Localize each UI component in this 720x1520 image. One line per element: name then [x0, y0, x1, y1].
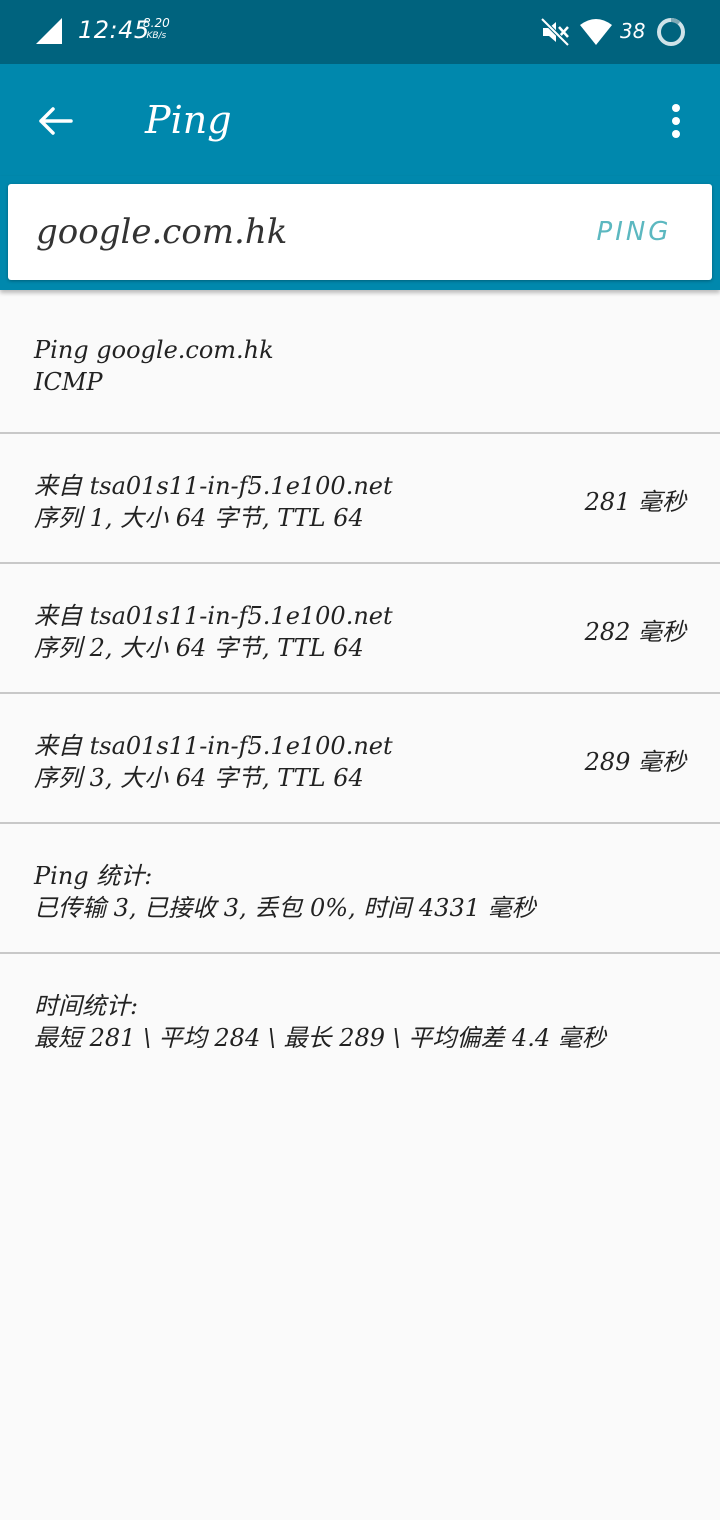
- reply-from: 来自 tsa01s11-in-f5.1e100.net: [34, 602, 393, 630]
- wifi-icon: [580, 19, 612, 45]
- search-band: PING: [0, 176, 720, 290]
- ping-stats-summary: 已传输 3, 已接收 3, 丢包 0%, 时间 4331 毫秒: [34, 894, 536, 922]
- reply-time: 289 毫秒: [584, 748, 686, 776]
- ping-header: Ping google.com.hk ICMP: [0, 290, 720, 434]
- back-button[interactable]: [30, 96, 80, 146]
- time-stats: 时间统计: 最短 281 \ 平均 284 \ 最长 289 \ 平均偏差 4.…: [0, 954, 720, 1064]
- ping-protocol-label: ICMP: [34, 368, 103, 396]
- reply-detail: 序列 2, 大小 64 字节, TTL 64: [34, 634, 364, 662]
- more-options-button[interactable]: [656, 96, 696, 146]
- reply-row: 来自 tsa01s11-in-f5.1e100.net 序列 2, 大小 64 …: [0, 564, 720, 694]
- ping-stats-title: Ping 统计:: [34, 862, 153, 890]
- reply-time: 282 毫秒: [584, 618, 686, 646]
- status-bar: 12:45 8.20 KB/s 38: [0, 0, 720, 64]
- app-bar: Ping: [0, 64, 720, 176]
- reply-row: 来自 tsa01s11-in-f5.1e100.net 序列 1, 大小 64 …: [0, 434, 720, 564]
- reply-from: 来自 tsa01s11-in-f5.1e100.net: [34, 472, 393, 500]
- battery-ring-icon: [657, 17, 685, 46]
- search-card: PING: [8, 184, 712, 280]
- mute-icon: [540, 17, 570, 47]
- network-rate: 8.20 KB/s: [143, 17, 170, 43]
- network-rate-unit: KB/s: [146, 31, 167, 41]
- more-vert-icon: [672, 104, 680, 138]
- results-list: Ping google.com.hk ICMP 来自 tsa01s11-in-f…: [0, 290, 720, 1064]
- reply-from: 来自 tsa01s11-in-f5.1e100.net: [34, 732, 393, 760]
- reply-time: 281 毫秒: [584, 488, 686, 516]
- ping-target-label: Ping google.com.hk: [34, 336, 274, 364]
- ping-stats: Ping 统计: 已传输 3, 已接收 3, 丢包 0%, 时间 4331 毫秒: [0, 824, 720, 954]
- host-input[interactable]: [36, 206, 536, 258]
- ping-button[interactable]: PING: [574, 206, 694, 258]
- reply-detail: 序列 3, 大小 64 字节, TTL 64: [34, 764, 364, 792]
- time-stats-title: 时间统计:: [34, 992, 139, 1020]
- reply-detail: 序列 1, 大小 64 字节, TTL 64: [34, 504, 364, 532]
- signal-icon: [36, 18, 62, 44]
- time-stats-summary: 最短 281 \ 平均 284 \ 最长 289 \ 平均偏差 4.4 毫秒: [34, 1024, 606, 1052]
- back-arrow-icon: [39, 107, 73, 135]
- network-rate-value: 8.20: [143, 16, 170, 30]
- reply-row: 来自 tsa01s11-in-f5.1e100.net 序列 3, 大小 64 …: [0, 694, 720, 824]
- page-title: Ping: [145, 98, 232, 142]
- status-time: 12:45: [78, 16, 150, 44]
- battery-level: 38: [620, 19, 646, 43]
